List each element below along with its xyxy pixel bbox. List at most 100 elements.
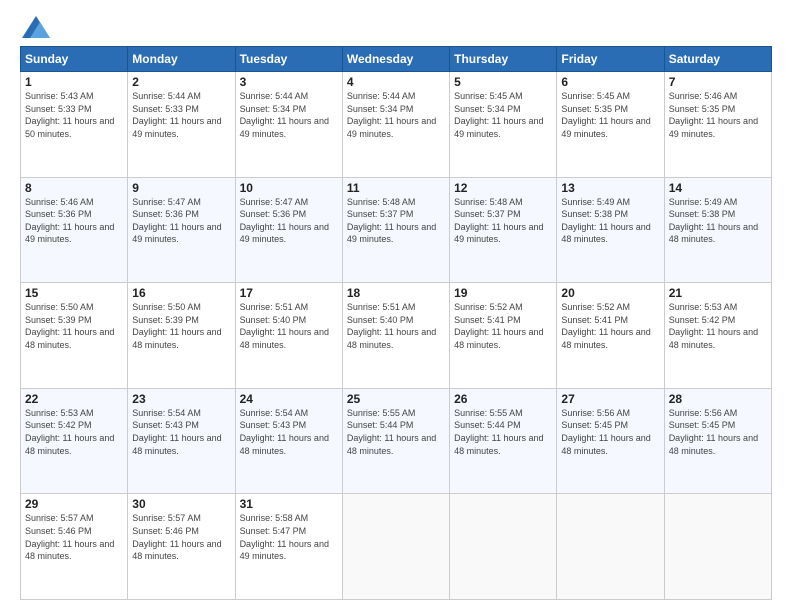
logo [20, 16, 50, 38]
logo-icon [22, 16, 50, 38]
table-row: 23Sunrise: 5:54 AMSunset: 5:43 PMDayligh… [128, 388, 235, 494]
table-row: 11Sunrise: 5:48 AMSunset: 5:37 PMDayligh… [342, 177, 449, 283]
col-tuesday: Tuesday [235, 47, 342, 72]
table-row: 14Sunrise: 5:49 AMSunset: 5:38 PMDayligh… [664, 177, 771, 283]
day-info: Sunrise: 5:49 AMSunset: 5:38 PMDaylight:… [561, 196, 659, 246]
day-number: 10 [240, 181, 338, 195]
day-number: 1 [25, 75, 123, 89]
table-row: 1Sunrise: 5:43 AMSunset: 5:33 PMDaylight… [21, 72, 128, 178]
table-row: 20Sunrise: 5:52 AMSunset: 5:41 PMDayligh… [557, 283, 664, 389]
col-friday: Friday [557, 47, 664, 72]
calendar-week-row: 15Sunrise: 5:50 AMSunset: 5:39 PMDayligh… [21, 283, 772, 389]
col-sunday: Sunday [21, 47, 128, 72]
table-row [664, 494, 771, 600]
col-thursday: Thursday [450, 47, 557, 72]
table-row: 19Sunrise: 5:52 AMSunset: 5:41 PMDayligh… [450, 283, 557, 389]
calendar-table: Sunday Monday Tuesday Wednesday Thursday… [20, 46, 772, 600]
day-number: 27 [561, 392, 659, 406]
calendar: Sunday Monday Tuesday Wednesday Thursday… [20, 46, 772, 600]
day-info: Sunrise: 5:43 AMSunset: 5:33 PMDaylight:… [25, 90, 123, 140]
day-info: Sunrise: 5:47 AMSunset: 5:36 PMDaylight:… [132, 196, 230, 246]
table-row: 3Sunrise: 5:44 AMSunset: 5:34 PMDaylight… [235, 72, 342, 178]
table-row: 12Sunrise: 5:48 AMSunset: 5:37 PMDayligh… [450, 177, 557, 283]
table-row: 29Sunrise: 5:57 AMSunset: 5:46 PMDayligh… [21, 494, 128, 600]
table-row: 9Sunrise: 5:47 AMSunset: 5:36 PMDaylight… [128, 177, 235, 283]
day-info: Sunrise: 5:55 AMSunset: 5:44 PMDaylight:… [347, 407, 445, 457]
day-number: 11 [347, 181, 445, 195]
day-info: Sunrise: 5:50 AMSunset: 5:39 PMDaylight:… [132, 301, 230, 351]
day-info: Sunrise: 5:45 AMSunset: 5:35 PMDaylight:… [561, 90, 659, 140]
calendar-week-row: 8Sunrise: 5:46 AMSunset: 5:36 PMDaylight… [21, 177, 772, 283]
table-row: 13Sunrise: 5:49 AMSunset: 5:38 PMDayligh… [557, 177, 664, 283]
day-info: Sunrise: 5:44 AMSunset: 5:33 PMDaylight:… [132, 90, 230, 140]
day-number: 21 [669, 286, 767, 300]
day-number: 18 [347, 286, 445, 300]
day-info: Sunrise: 5:56 AMSunset: 5:45 PMDaylight:… [561, 407, 659, 457]
day-info: Sunrise: 5:54 AMSunset: 5:43 PMDaylight:… [240, 407, 338, 457]
day-info: Sunrise: 5:56 AMSunset: 5:45 PMDaylight:… [669, 407, 767, 457]
day-info: Sunrise: 5:50 AMSunset: 5:39 PMDaylight:… [25, 301, 123, 351]
col-wednesday: Wednesday [342, 47, 449, 72]
day-number: 4 [347, 75, 445, 89]
table-row: 2Sunrise: 5:44 AMSunset: 5:33 PMDaylight… [128, 72, 235, 178]
day-number: 26 [454, 392, 552, 406]
day-info: Sunrise: 5:52 AMSunset: 5:41 PMDaylight:… [454, 301, 552, 351]
day-number: 24 [240, 392, 338, 406]
day-number: 25 [347, 392, 445, 406]
day-number: 30 [132, 497, 230, 511]
day-info: Sunrise: 5:48 AMSunset: 5:37 PMDaylight:… [454, 196, 552, 246]
day-info: Sunrise: 5:49 AMSunset: 5:38 PMDaylight:… [669, 196, 767, 246]
day-info: Sunrise: 5:51 AMSunset: 5:40 PMDaylight:… [240, 301, 338, 351]
day-info: Sunrise: 5:54 AMSunset: 5:43 PMDaylight:… [132, 407, 230, 457]
calendar-week-row: 1Sunrise: 5:43 AMSunset: 5:33 PMDaylight… [21, 72, 772, 178]
day-info: Sunrise: 5:58 AMSunset: 5:47 PMDaylight:… [240, 512, 338, 562]
day-info: Sunrise: 5:57 AMSunset: 5:46 PMDaylight:… [132, 512, 230, 562]
day-info: Sunrise: 5:53 AMSunset: 5:42 PMDaylight:… [25, 407, 123, 457]
table-row: 16Sunrise: 5:50 AMSunset: 5:39 PMDayligh… [128, 283, 235, 389]
table-row: 15Sunrise: 5:50 AMSunset: 5:39 PMDayligh… [21, 283, 128, 389]
table-row: 17Sunrise: 5:51 AMSunset: 5:40 PMDayligh… [235, 283, 342, 389]
table-row: 30Sunrise: 5:57 AMSunset: 5:46 PMDayligh… [128, 494, 235, 600]
day-number: 31 [240, 497, 338, 511]
table-row: 6Sunrise: 5:45 AMSunset: 5:35 PMDaylight… [557, 72, 664, 178]
table-row: 27Sunrise: 5:56 AMSunset: 5:45 PMDayligh… [557, 388, 664, 494]
calendar-week-row: 29Sunrise: 5:57 AMSunset: 5:46 PMDayligh… [21, 494, 772, 600]
day-info: Sunrise: 5:44 AMSunset: 5:34 PMDaylight:… [240, 90, 338, 140]
table-row: 22Sunrise: 5:53 AMSunset: 5:42 PMDayligh… [21, 388, 128, 494]
table-row: 25Sunrise: 5:55 AMSunset: 5:44 PMDayligh… [342, 388, 449, 494]
table-row: 26Sunrise: 5:55 AMSunset: 5:44 PMDayligh… [450, 388, 557, 494]
day-info: Sunrise: 5:57 AMSunset: 5:46 PMDaylight:… [25, 512, 123, 562]
day-number: 6 [561, 75, 659, 89]
day-info: Sunrise: 5:55 AMSunset: 5:44 PMDaylight:… [454, 407, 552, 457]
day-info: Sunrise: 5:46 AMSunset: 5:35 PMDaylight:… [669, 90, 767, 140]
day-number: 7 [669, 75, 767, 89]
day-info: Sunrise: 5:48 AMSunset: 5:37 PMDaylight:… [347, 196, 445, 246]
col-monday: Monday [128, 47, 235, 72]
day-number: 2 [132, 75, 230, 89]
table-row: 8Sunrise: 5:46 AMSunset: 5:36 PMDaylight… [21, 177, 128, 283]
day-info: Sunrise: 5:44 AMSunset: 5:34 PMDaylight:… [347, 90, 445, 140]
day-info: Sunrise: 5:51 AMSunset: 5:40 PMDaylight:… [347, 301, 445, 351]
day-number: 5 [454, 75, 552, 89]
day-number: 12 [454, 181, 552, 195]
day-number: 29 [25, 497, 123, 511]
calendar-week-row: 22Sunrise: 5:53 AMSunset: 5:42 PMDayligh… [21, 388, 772, 494]
table-row: 28Sunrise: 5:56 AMSunset: 5:45 PMDayligh… [664, 388, 771, 494]
day-number: 19 [454, 286, 552, 300]
table-row: 31Sunrise: 5:58 AMSunset: 5:47 PMDayligh… [235, 494, 342, 600]
day-info: Sunrise: 5:47 AMSunset: 5:36 PMDaylight:… [240, 196, 338, 246]
header [20, 16, 772, 38]
day-number: 23 [132, 392, 230, 406]
table-row: 4Sunrise: 5:44 AMSunset: 5:34 PMDaylight… [342, 72, 449, 178]
day-number: 16 [132, 286, 230, 300]
table-row: 10Sunrise: 5:47 AMSunset: 5:36 PMDayligh… [235, 177, 342, 283]
day-number: 3 [240, 75, 338, 89]
day-number: 17 [240, 286, 338, 300]
table-row: 24Sunrise: 5:54 AMSunset: 5:43 PMDayligh… [235, 388, 342, 494]
day-info: Sunrise: 5:46 AMSunset: 5:36 PMDaylight:… [25, 196, 123, 246]
day-number: 28 [669, 392, 767, 406]
table-row [342, 494, 449, 600]
day-number: 13 [561, 181, 659, 195]
day-info: Sunrise: 5:52 AMSunset: 5:41 PMDaylight:… [561, 301, 659, 351]
table-row [557, 494, 664, 600]
